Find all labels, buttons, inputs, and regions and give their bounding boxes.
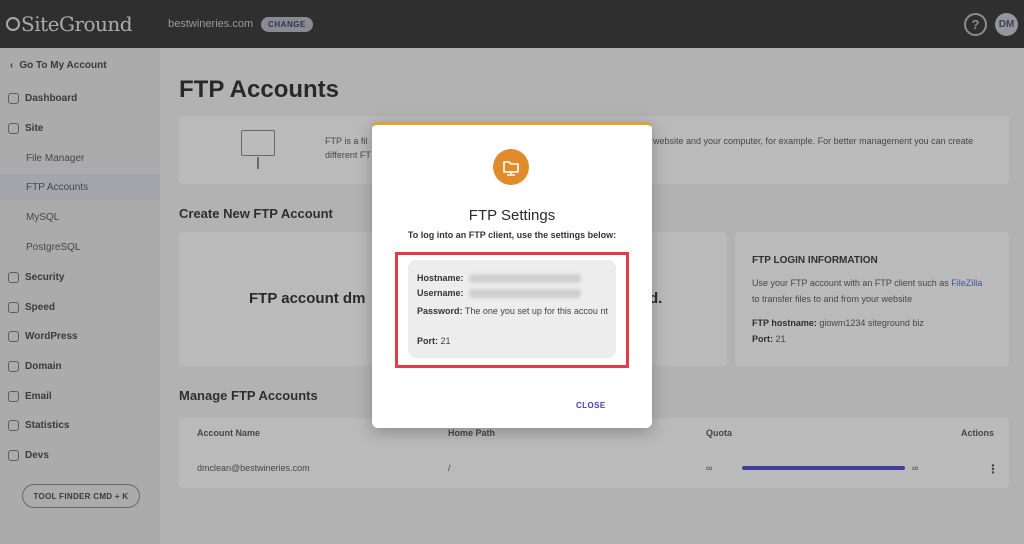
close-button[interactable]: CLOSE <box>576 401 606 410</box>
modal-subtitle: To log into an FTP client, use the setti… <box>407 230 617 240</box>
highlight-annotation-box <box>395 252 629 368</box>
ftp-folder-icon <box>493 149 529 185</box>
modal-title: FTP Settings <box>468 207 556 224</box>
ftp-settings-modal: FTP Settings To log into an FTP client, … <box>372 122 652 428</box>
